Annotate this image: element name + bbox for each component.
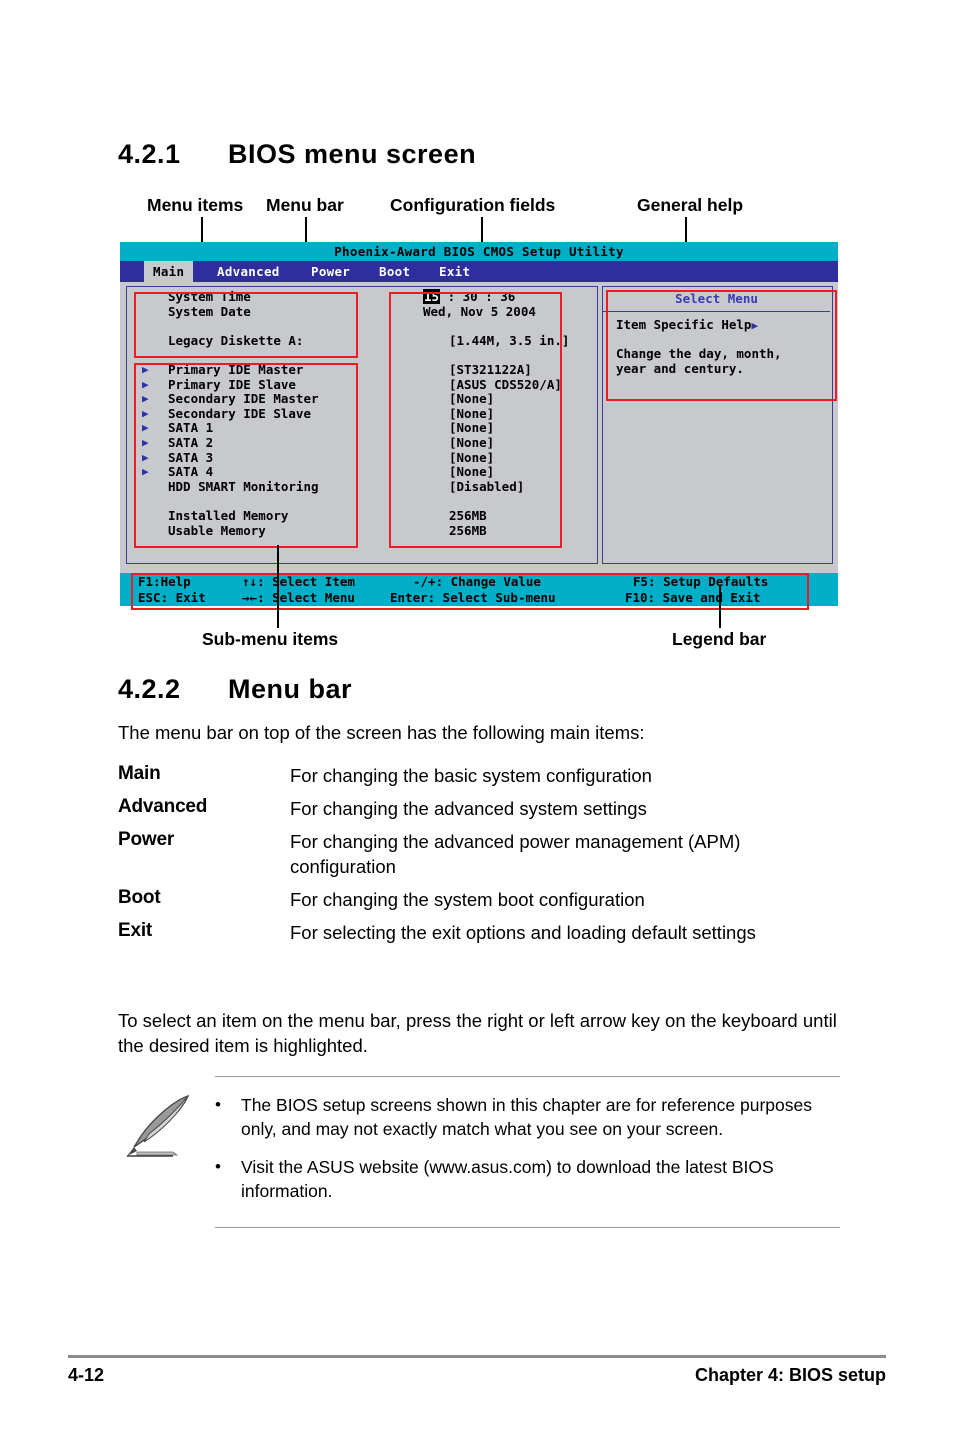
definition-term-main: Main xyxy=(118,763,161,784)
menu-bar-definition-list: Main For changing the basic system confi… xyxy=(118,763,848,953)
manual-page: 4.2.1 BIOS menu screen Menu items Menu ba… xyxy=(0,0,954,1438)
definition-desc-boot: For changing the system boot configurati… xyxy=(290,889,645,910)
callout-general-help: General help xyxy=(637,195,744,215)
definition-desc-advanced: For changing the advanced system setting… xyxy=(290,798,647,819)
footer-rule xyxy=(68,1355,886,1358)
definition-term-advanced: Advanced xyxy=(118,796,208,817)
annotation-box-general-help xyxy=(606,290,837,401)
note-body: • The BIOS setup screens shown in this c… xyxy=(215,1077,840,1227)
definition-term-power: Power xyxy=(118,829,175,850)
definition-term-boot: Boot xyxy=(118,887,161,908)
section-title-422: Menu bar xyxy=(228,674,353,704)
definition-row-power: Power For changing the advanced power ma… xyxy=(118,829,848,879)
bios-tab-exit[interactable]: Exit xyxy=(430,261,479,282)
footer-chapter-title: Chapter 4: BIOS setup xyxy=(694,1365,886,1385)
section-heading-422: 4.2.2 Menu bar xyxy=(118,674,352,705)
callout-menu-bar: Menu bar xyxy=(266,195,344,215)
bios-tab-advanced[interactable]: Advanced xyxy=(208,261,289,282)
note-quill-icon xyxy=(127,1094,190,1157)
section-number-422: 4.2.2 xyxy=(118,674,181,704)
section-heading-421: 4.2.1 BIOS menu screen xyxy=(118,139,476,170)
definition-desc-main: For changing the basic system configurat… xyxy=(290,765,652,786)
bios-menu-bar: Main Advanced Power Boot Exit xyxy=(120,261,838,282)
definition-term-exit: Exit xyxy=(118,920,153,941)
callout-sub-menu-items: Sub-menu items xyxy=(202,629,339,649)
note-bullet-icon: • xyxy=(215,1157,221,1176)
bios-tab-power[interactable]: Power xyxy=(302,261,359,282)
bios-tab-boot[interactable]: Boot xyxy=(370,261,419,282)
note-list-item: • Visit the ASUS website (www.asus.com) … xyxy=(215,1155,840,1203)
callout-configuration-fields: Configuration fields xyxy=(390,195,556,215)
definition-row-boot: Boot For changing the system boot config… xyxy=(118,887,848,912)
bios-tab-main[interactable]: Main xyxy=(144,261,194,282)
leader-line-legend-bar xyxy=(719,585,721,628)
annotation-box-menu-items-top xyxy=(134,292,358,358)
definition-desc-power: For changing the advanced power manageme… xyxy=(290,831,741,877)
menubar-closing-paragraph: To select an item on the menu bar, press… xyxy=(118,1010,837,1056)
note-box: • The BIOS setup screens shown in this c… xyxy=(215,1076,840,1228)
definition-desc-exit: For selecting the exit options and loadi… xyxy=(290,922,756,943)
note-item-text: The BIOS setup screens shown in this cha… xyxy=(241,1095,812,1139)
note-list-item: • The BIOS setup screens shown in this c… xyxy=(215,1093,840,1141)
callout-menu-items: Menu items xyxy=(147,195,244,215)
definition-row-exit: Exit For selecting the exit options and … xyxy=(118,920,848,945)
annotation-box-configuration-fields xyxy=(389,292,562,548)
note-bullet-icon: • xyxy=(215,1095,221,1114)
annotation-box-menu-items-bottom xyxy=(134,363,358,548)
section-title-421: BIOS menu screen xyxy=(228,139,477,169)
leader-line-sub-menu-items xyxy=(277,545,279,628)
definition-row-main: Main For changing the basic system confi… xyxy=(118,763,848,788)
note-item-text: Visit the ASUS website (www.asus.com) to… xyxy=(241,1157,774,1201)
definition-row-advanced: Advanced For changing the advanced syste… xyxy=(118,796,848,821)
note-bottom-rule xyxy=(215,1227,840,1228)
annotation-box-legend-bar xyxy=(131,573,809,610)
callout-legend-bar: Legend bar xyxy=(672,629,767,649)
menubar-intro-paragraph: The menu bar on top of the screen has th… xyxy=(118,722,645,743)
footer-page-number: 4-12 xyxy=(68,1365,105,1385)
section-number-421: 4.2.1 xyxy=(118,139,181,169)
bios-title-bar: Phoenix-Award BIOS CMOS Setup Utility xyxy=(120,242,838,261)
